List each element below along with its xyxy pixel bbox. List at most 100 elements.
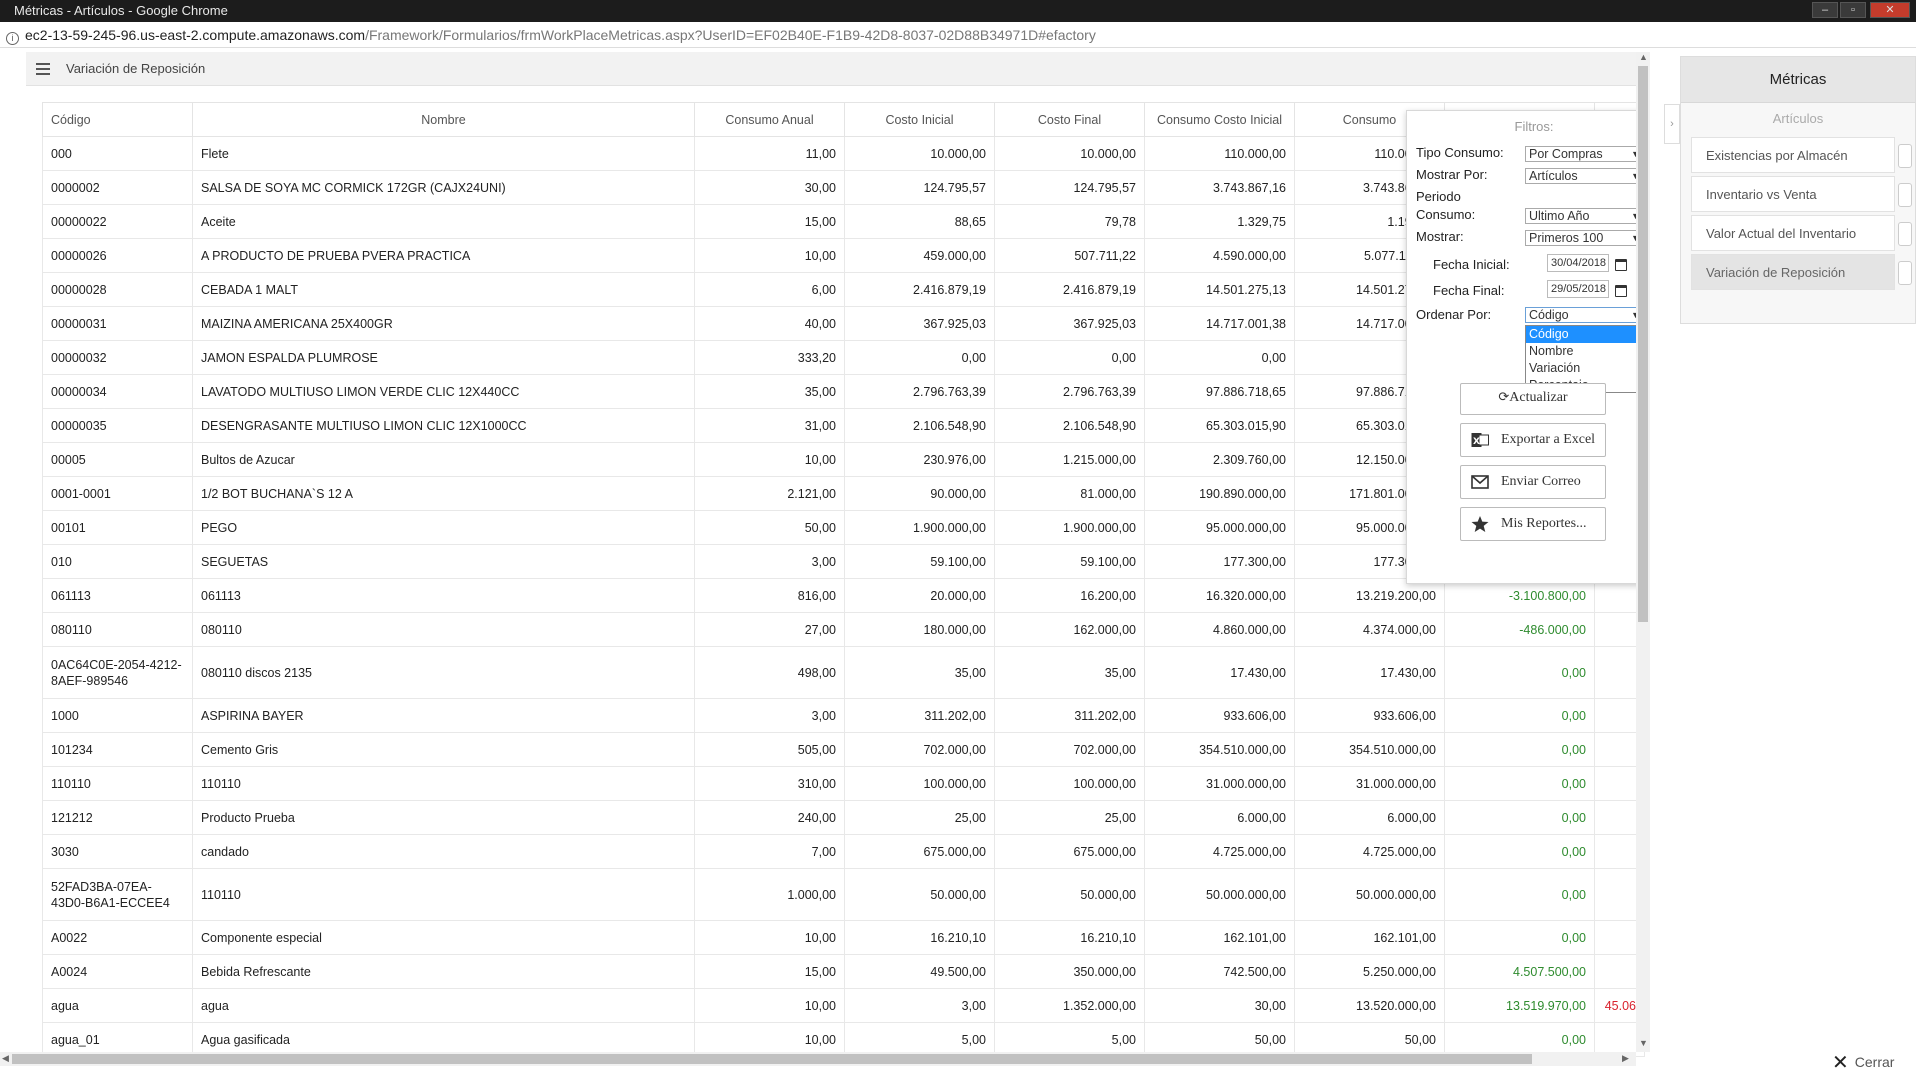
column-header-costo-inicial[interactable]: Costo Inicial bbox=[844, 102, 995, 137]
table-row[interactable]: 0000002 SALSA DE SOYA MC CORMICK 172GR (C… bbox=[42, 170, 1645, 205]
side-item-toggle[interactable] bbox=[1898, 183, 1912, 207]
side-item-inventario-venta[interactable]: Inventario vs Venta bbox=[1691, 176, 1912, 212]
cell-codigo: A0022 bbox=[42, 920, 193, 955]
table-row[interactable]: 52FAD3BA-07EA-43D0-B6A1-ECCEE4 110110 1.00… bbox=[42, 868, 1645, 921]
actualizar-button[interactable]: ⟳Actualizar bbox=[1460, 383, 1606, 415]
column-header-consumo-costo-inicial[interactable]: Consumo Costo Inicial bbox=[1144, 102, 1295, 137]
cell-consumo-anual: 7,00 bbox=[694, 834, 845, 869]
table-row[interactable]: 00000028 CEBADA 1 MALT 6,00 2.416.879,19 2.4… bbox=[42, 272, 1645, 307]
fecha-final-input[interactable]: 29/05/2018 bbox=[1547, 280, 1609, 298]
table-row[interactable]: 000 Flete 11,00 10.000,00 10.000,00 110.000,0… bbox=[42, 136, 1645, 171]
table-row[interactable]: 00005 Bultos de Azucar 10,00 230.976,00 1.21… bbox=[42, 442, 1645, 477]
mostrar-select[interactable]: Primeros 100▼ bbox=[1525, 230, 1645, 246]
cell-costo-final: 10.000,00 bbox=[994, 136, 1145, 171]
cell-nombre: JAMON ESPALDA PLUMROSE bbox=[192, 340, 695, 375]
calendar-icon[interactable] bbox=[1615, 259, 1627, 271]
calendar-icon[interactable] bbox=[1615, 285, 1627, 297]
column-header-codigo[interactable]: Código bbox=[42, 102, 193, 137]
column-header-costo-final[interactable]: Costo Final bbox=[994, 102, 1145, 137]
table-row[interactable]: A0022 Componente especial 10,00 16.210,10 16… bbox=[42, 920, 1645, 955]
cell-codigo: 0AC64C0E-2054-4212-8AEF-989546 bbox=[42, 646, 193, 699]
cell-consumo-anual: 10,00 bbox=[694, 988, 845, 1023]
table-row[interactable]: 00000026 A PRODUCTO DE PRUEBA PVERA PRACT… bbox=[42, 238, 1645, 273]
minimize-button[interactable]: – bbox=[1812, 2, 1838, 18]
window-close-button[interactable]: ✕ bbox=[1870, 2, 1910, 18]
table-row[interactable]: agua agua 10,00 3,00 1.352.000,00 30,00 13.520… bbox=[42, 988, 1645, 1023]
cell-consumo-costo-inicial: 4.590.000,00 bbox=[1144, 238, 1295, 273]
table-row[interactable]: 0AC64C0E-2054-4212-8AEF-989546 080110 dis… bbox=[42, 646, 1645, 699]
cell-consumo-costo-inicial: 4.860.000,00 bbox=[1144, 612, 1295, 647]
tipo-consumo-select[interactable]: Por Compras▼ bbox=[1525, 146, 1645, 162]
column-header-nombre[interactable]: Nombre bbox=[192, 102, 695, 137]
cell-consumo-costo-final: 354.510.000,00 bbox=[1294, 732, 1445, 767]
side-item-existencias[interactable]: Existencias por Almacén bbox=[1691, 137, 1912, 173]
table-row[interactable]: 080110 080110 27,00 180.000,00 162.000,00 4.8… bbox=[42, 612, 1645, 647]
cell-costo-inicial: 230.976,00 bbox=[844, 442, 995, 477]
cell-costo-inicial: 100.000,00 bbox=[844, 766, 995, 801]
cell-consumo-anual: 35,00 bbox=[694, 374, 845, 409]
mis-reportes-button[interactable]: Mis Reportes... bbox=[1460, 507, 1606, 541]
option-variacion[interactable]: Variación bbox=[1526, 360, 1644, 377]
maximize-button[interactable]: ▫ bbox=[1840, 2, 1866, 18]
scroll-up-icon[interactable]: ▲ bbox=[1639, 52, 1648, 62]
window-title-bar: Métricas - Artículos - Google Chrome – ▫… bbox=[0, 0, 1916, 22]
scroll-right-icon[interactable]: ▶ bbox=[1622, 1053, 1629, 1064]
side-item-toggle[interactable] bbox=[1898, 222, 1912, 246]
hamburger-menu-icon[interactable] bbox=[36, 63, 50, 75]
table-row[interactable]: 00000035 DESENGRASANTE MULTIUSO LIMON CLI… bbox=[42, 408, 1645, 443]
close-button[interactable]: ✕ Cerrar bbox=[1832, 1050, 1894, 1075]
cell-consumo-costo-final: 5.250.000,00 bbox=[1294, 954, 1445, 989]
table-row[interactable]: 1000 ASPIRINA BAYER 3,00 311.202,00 311.202,… bbox=[42, 698, 1645, 733]
enviar-correo-button[interactable]: Enviar Correo bbox=[1460, 465, 1606, 499]
table-row[interactable]: 121212 Producto Prueba 240,00 25,00 25,00 6.0… bbox=[42, 800, 1645, 835]
table-row[interactable]: 0001-0001 1/2 BOT BUCHANA`S 12 A 2.121,00 9… bbox=[42, 476, 1645, 511]
table-row[interactable]: 3030 candado 7,00 675.000,00 675.000,00 4.725… bbox=[42, 834, 1645, 869]
cell-nombre: Aceite bbox=[192, 204, 695, 239]
export-excel-button[interactable]: X Exportar a Excel bbox=[1460, 423, 1606, 457]
side-item-toggle[interactable] bbox=[1898, 261, 1912, 285]
option-codigo[interactable]: Código bbox=[1526, 326, 1644, 343]
cell-variacion: 0,00 bbox=[1444, 800, 1595, 835]
table-row[interactable]: 00000022Aceite15,0088,6579,781.329,751.1… bbox=[42, 204, 1645, 239]
cell-costo-final: 1.352.000,00 bbox=[994, 988, 1145, 1023]
cell-costo-inicial: 459.000,00 bbox=[844, 238, 995, 273]
info-icon[interactable]: i bbox=[6, 32, 19, 45]
tipo-consumo-value: Por Compras bbox=[1529, 147, 1603, 161]
option-nombre[interactable]: Nombre bbox=[1526, 343, 1644, 360]
table-row[interactable]: 00101 PEGO 50,00 1.900.000,00 1.900.000,00 95… bbox=[42, 510, 1645, 545]
table-row[interactable]: 00000031 MAIZINA AMERICANA 25X400GR 40,00 3… bbox=[42, 306, 1645, 341]
column-header-consumo-anual[interactable]: Consumo Anual bbox=[694, 102, 845, 137]
table-row[interactable]: 061113 061113 816,00 20.000,00 16.200,00 16.3… bbox=[42, 578, 1645, 613]
fecha-inicial-input[interactable]: 30/04/2018 bbox=[1547, 254, 1609, 272]
cell-consumo-costo-inicial: 95.000.000,00 bbox=[1144, 510, 1295, 545]
horizontal-scroll-thumb[interactable] bbox=[12, 1054, 1532, 1064]
horizontal-scrollbar[interactable]: ◀ ▶ bbox=[0, 1052, 1636, 1066]
table-row[interactable]: 00000032 JAMON ESPALDA PLUMROSE 333,20 0,00… bbox=[42, 340, 1645, 375]
vertical-scroll-thumb[interactable] bbox=[1638, 66, 1648, 622]
scroll-left-icon[interactable]: ◀ bbox=[2, 1053, 9, 1064]
actualizar-label: Actualizar bbox=[1509, 390, 1568, 405]
collapse-right-panel-button[interactable]: › bbox=[1664, 104, 1680, 144]
cell-nombre: PEGO bbox=[192, 510, 695, 545]
cell-codigo: A0024 bbox=[42, 954, 193, 989]
table-row[interactable]: A0024 Bebida Refrescante 15,00 49.500,00 350… bbox=[42, 954, 1645, 989]
side-item-variacion-reposicion[interactable]: Variación de Reposición bbox=[1691, 254, 1912, 290]
table-row[interactable]: 010 SEGUETAS 3,00 59.100,00 59.100,00 177.300… bbox=[42, 544, 1645, 579]
ordenar-por-select[interactable]: Código▼ bbox=[1525, 307, 1645, 323]
address-bar[interactable]: i ec2-13-59-245-96.us-east-2.compute.amaz… bbox=[0, 22, 1916, 48]
cell-costo-final: 0,00 bbox=[994, 340, 1145, 375]
cell-costo-final: 162.000,00 bbox=[994, 612, 1145, 647]
table-row[interactable]: 101234 Cemento Gris 505,00 702.000,00 702.00… bbox=[42, 732, 1645, 767]
cell-consumo-anual: 240,00 bbox=[694, 800, 845, 835]
side-item-toggle[interactable] bbox=[1898, 144, 1912, 168]
vertical-scrollbar[interactable]: ▲ ▼ bbox=[1636, 52, 1650, 1052]
mostrar-por-select[interactable]: Artículos▼ bbox=[1525, 168, 1645, 184]
table-row[interactable]: 00000034 LAVATODO MULTIUSO LIMON VERDE CL… bbox=[42, 374, 1645, 409]
cell-variacion: 4.507.500,00 bbox=[1444, 954, 1595, 989]
cell-codigo: 010 bbox=[42, 544, 193, 579]
scroll-down-icon[interactable]: ▼ bbox=[1639, 1038, 1648, 1048]
side-item-valor-actual[interactable]: Valor Actual del Inventario bbox=[1691, 215, 1912, 251]
table-row[interactable]: 110110 110110 310,00 100.000,00 100.000,00 31… bbox=[42, 766, 1645, 801]
periodo-select[interactable]: Ultimo Año▼ bbox=[1525, 208, 1645, 224]
cell-consumo-anual: 1.000,00 bbox=[694, 868, 845, 921]
